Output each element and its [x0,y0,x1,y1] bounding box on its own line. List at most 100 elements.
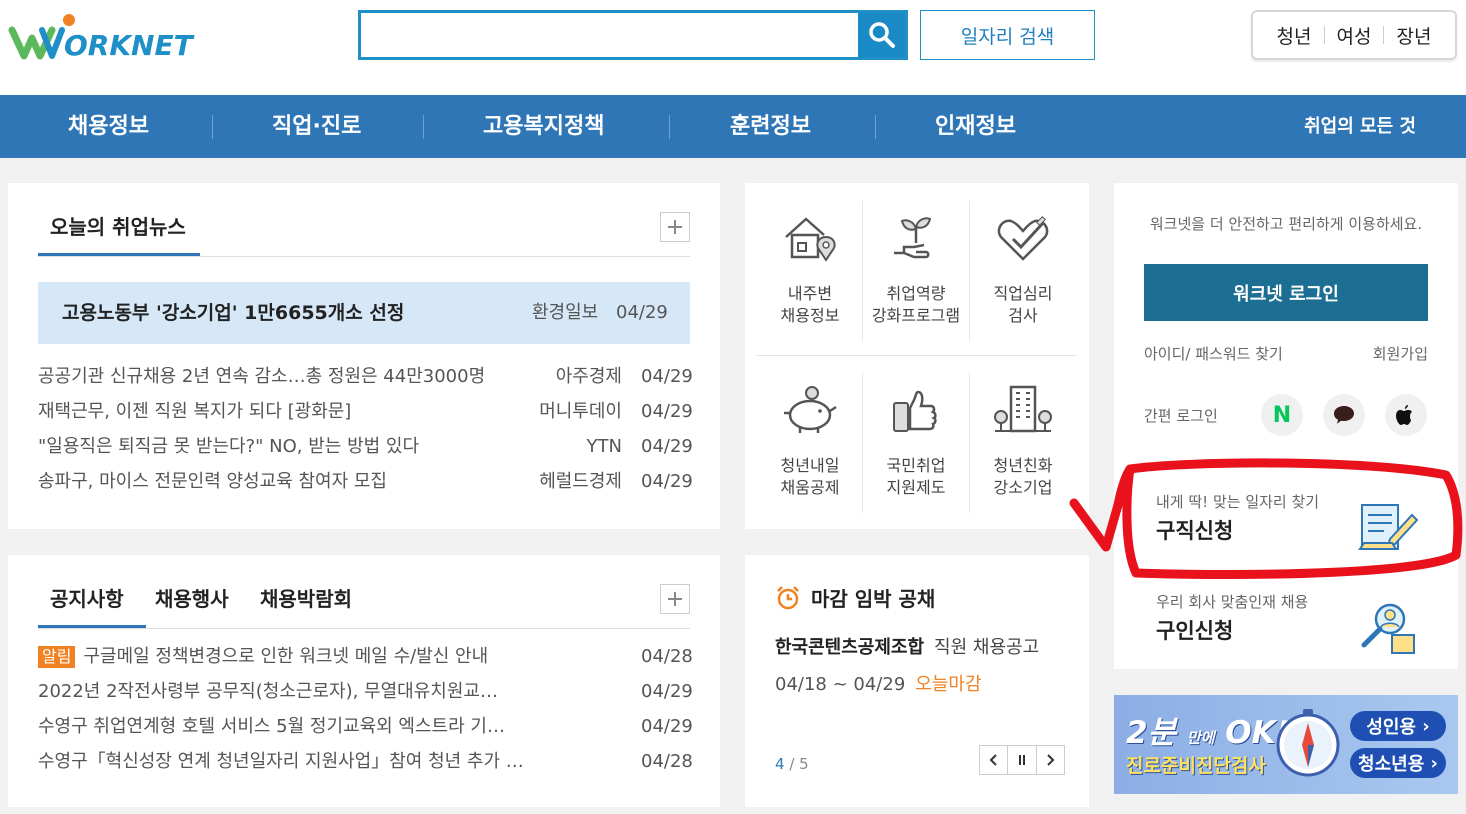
plus-icon [668,592,682,606]
notice-more-button[interactable] [660,584,690,614]
quick-employability-program[interactable]: 취업역량 강화프로그램 [863,207,969,327]
deadline-status: 오늘마감 [915,674,982,695]
nav-item-talent[interactable]: 인재정보 [935,95,1016,158]
tab-job-fairs[interactable]: 채용박람회 [260,583,352,628]
news-source: 아주경제 [555,366,622,387]
news-row[interactable]: 공공기관 신규채용 2년 연속 감소…총 정원은 44만3000명 아주경제 0… [38,362,693,392]
target-senior-link[interactable]: 장년 [1384,22,1443,49]
job-seeker-apply-card[interactable]: 내게 딱! 맞는 일자리 찾기 구직신청 [1114,491,1458,571]
nav-item-training[interactable]: 훈련정보 [730,95,811,158]
quick-national-employment-support[interactable]: 국민취업지원제도 [863,379,969,499]
easy-login-label: 간편 로그인 [1144,407,1218,425]
tab-today-news[interactable]: 오늘의 취업뉴스 [38,211,200,256]
headline-news[interactable]: 고용노동부 '강소기업' 1만6655개소 선정 환경일보 04/29 [38,282,690,344]
login-panel: 워크넷을 더 안전하고 편리하게 이용하세요. 워크넷 로그인 아이디/ 패스워… [1114,183,1458,669]
youth-test-button[interactable]: 청소년용 › [1350,748,1446,778]
house-location-icon [785,217,836,262]
quick-label: 직업심리 [993,284,1053,303]
search-icon [868,22,895,48]
building-tree-icon [994,385,1052,433]
worknet-logo[interactable]: ORKNET [8,12,208,62]
notice-row[interactable]: 알림 구글메일 정책변경으로 인한 워크넷 메일 수/발신 안내 04/28 [38,642,693,672]
svg-text:ORKNET: ORKNET [64,29,195,62]
pager-current: 4 [775,755,785,773]
quick-youth-savings[interactable]: 청년내일채움공제 [757,379,863,499]
quick-label: 청년내일 [780,456,840,475]
naver-login-button[interactable]: N [1261,394,1303,436]
thumbs-up-phone-icon [893,390,937,432]
news-row[interactable]: 재택근무, 이젠 직원 복지가 되다 [광화문] 머니투데이 04/29 [38,397,693,427]
pause-button[interactable] [1008,746,1037,774]
login-button[interactable]: 워크넷 로그인 [1144,264,1428,321]
search-button[interactable] [858,13,905,57]
divider [757,355,1077,356]
apply-subtitle: 내게 딱! 맞는 일자리 찾기 [1156,493,1320,511]
target-women-link[interactable]: 여성 [1325,22,1384,49]
alarm-clock-icon [777,585,799,609]
adult-test-button[interactable]: 성인용 › [1350,711,1446,741]
news-date: 04/29 [641,471,693,492]
prev-button[interactable] [980,746,1009,774]
quick-psych-test[interactable]: 직업심리검사 [970,207,1076,327]
nav-divider [669,115,670,139]
quick-label: 취업역량 [886,284,946,303]
nav-item-jobs[interactable]: 채용정보 [68,95,149,158]
deadline-position: 직원 채용공고 [934,637,1040,658]
quick-nearby-jobs[interactable]: 내주변 채용정보 [757,207,863,327]
signup-link[interactable]: 회원가입 [1373,343,1428,364]
quick-menu-panel: 내주변 채용정보 취업역량 강화프로그램 직업심리 검사 청년내일 채움공제 국… [745,183,1089,529]
target-youth-link[interactable]: 청년 [1265,22,1324,49]
notice-title: 구글메일 정책변경으로 인한 워크넷 메일 수/발신 안내 [83,646,489,667]
employer-apply-card[interactable]: 우리 회사 맞춤인재 채용 구인신청 [1114,591,1458,671]
news-more-button[interactable] [660,212,690,242]
deadline-title: 마감 임박 공채 [811,587,936,611]
career-test-banner[interactable]: 2분 만에 OK! 진로준비진단검사 성인용 › 청소년용 › [1114,695,1458,794]
apply-subtitle: 우리 회사 맞춤인재 채용 [1156,593,1309,611]
nav-divider [875,115,876,139]
news-date: 04/29 [641,401,693,422]
notice-panel: 공지사항 채용행사 채용박람회 알림 구글메일 정책변경으로 인한 워크넷 메일 … [8,555,720,807]
person-search-icon [1361,603,1415,654]
kakao-icon [1334,406,1354,424]
chevron-right-icon [1047,754,1055,766]
form-pen-icon [1358,504,1418,550]
find-id-password-link[interactable]: 아이디/ 패스워드 찾기 [1144,343,1283,364]
nav-everything-link[interactable]: 취업의 모든 것 [1304,95,1416,158]
notice-date: 04/29 [641,681,693,702]
tab-notices[interactable]: 공지사항 [50,583,124,628]
nav-item-career[interactable]: 직업·진로 [272,95,361,158]
quick-label: 검사 [1008,306,1038,325]
headline-date: 04/29 [616,302,668,323]
news-title: 공공기관 신규채용 2년 연속 감소…총 정원은 44만3000명 [38,366,486,387]
apple-login-button[interactable] [1385,394,1427,436]
notice-date: 04/28 [641,751,693,772]
news-title: 송파구, 마이스 전문인력 양성교육 참여자 모집 [38,471,387,492]
notice-row[interactable]: 수영구 취업연계형 호텔 서비스 5월 정기교육외 엑스트라 기… 04/29 [38,712,693,742]
quick-label: 청년친화 [993,456,1053,475]
news-date: 04/29 [641,366,693,387]
search-input[interactable] [361,13,859,57]
nav-item-welfare[interactable]: 고용복지정책 [483,95,604,158]
headline-title: 고용노동부 '강소기업' 1만6655개소 선정 [62,302,405,324]
news-row[interactable]: "일용직은 퇴직금 못 받는다?" NO, 받는 방법 있다 YTN 04/29 [38,432,693,462]
news-title: 재택근무, 이젠 직원 복지가 되다 [광화문] [38,401,352,422]
job-search-button[interactable]: 일자리 검색 [920,10,1095,60]
notice-row[interactable]: 수영구「혁신성장 연계 청년일자리 지원사업」참여 청년 추가 … 04/28 [38,747,693,777]
sprout-hand-icon [894,217,932,259]
tab-events[interactable]: 채용행사 [155,583,229,628]
quick-label: 지원제도 [886,478,946,497]
deadline-job-link[interactable]: 한국콘텐츠공제조합 직원 채용공고 [775,633,1039,659]
news-panel: 오늘의 취업뉴스 고용노동부 '강소기업' 1만6655개소 선정 환경일보 0… [8,183,720,529]
quick-label: 채움공제 [780,478,840,497]
notice-row[interactable]: 2022년 2작전사령부 공무직(청소근로자), 무열대유치원교… 04/29 [38,677,693,707]
news-row[interactable]: 송파구, 마이스 전문인력 양성교육 참여자 모집 헤럴드경제 04/29 [38,467,693,497]
banner-headline: 2분 만에 OK! [1126,715,1290,751]
quick-label: 강소기업 [993,478,1053,497]
quick-label: 국민취업 [886,456,946,475]
deadline-period: 04/18 ~ 04/29 [775,674,906,695]
quick-youth-friendly-companies[interactable]: 청년친화강소기업 [970,379,1076,499]
target-group-selector: 청년 여성 장년 [1251,10,1457,60]
pause-icon [1018,755,1025,765]
kakao-login-button[interactable] [1323,394,1365,436]
next-button[interactable] [1037,746,1064,774]
